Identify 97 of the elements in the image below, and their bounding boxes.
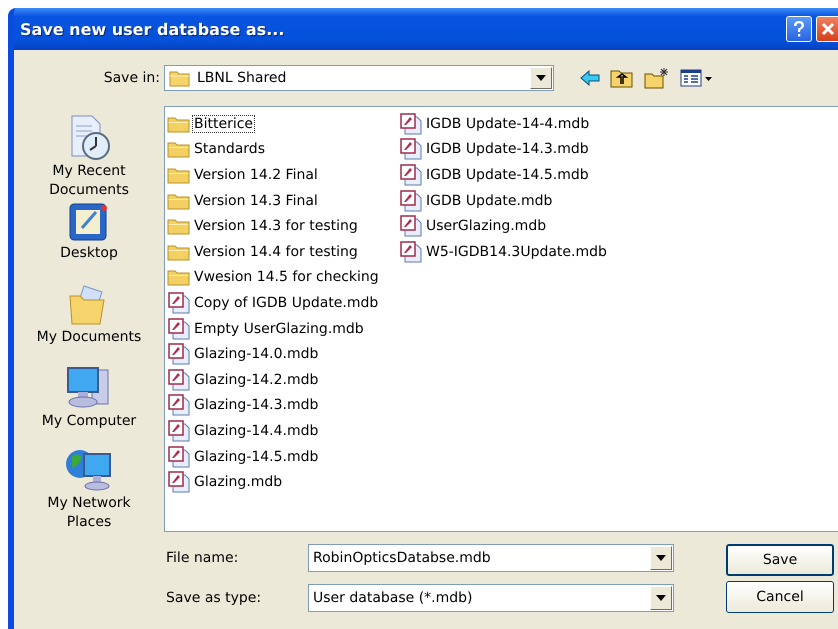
file-item[interactable]: Copy of IGDB Update.mdb: [167, 290, 399, 316]
database-file-icon: [167, 471, 191, 494]
file-name: Glazing-14.4.mdb: [193, 422, 320, 440]
file-name: Glazing.mdb: [193, 473, 284, 492]
file-name: Version 14.2 Final: [193, 166, 319, 184]
file-item[interactable]: Version 14.3 for testing: [167, 213, 399, 239]
close-icon: [820, 22, 834, 36]
file-item[interactable]: Vwesion 14.5 for checking: [167, 264, 399, 290]
file-name: Glazing-14.0.mdb: [193, 345, 320, 364]
file-name-value: RobinOpticsDatabse.mdb: [313, 550, 492, 566]
caret-icon: [656, 595, 666, 601]
up-folder-icon[interactable]: [610, 68, 634, 88]
file-item[interactable]: IGDB Update.mdb: [399, 188, 631, 214]
database-file-icon: [399, 240, 423, 263]
file-item[interactable]: IGDB Update-14.5.mdb: [399, 162, 631, 188]
database-file-icon: [167, 368, 191, 391]
folder-icon: [167, 268, 191, 286]
database-file-icon: [399, 215, 423, 238]
save-as-type-value: User database (*.mdb): [313, 590, 474, 606]
close-button[interactable]: [816, 16, 838, 42]
place-item[interactable]: My Network Places: [19, 446, 159, 532]
file-name: Glazing-14.2.mdb: [193, 370, 320, 389]
database-file-icon: [399, 164, 423, 186]
help-icon: [791, 20, 807, 38]
database-file-icon: [399, 138, 423, 160]
folder-icon: [167, 140, 191, 158]
file-name-field[interactable]: RobinOpticsDatabse.mdb: [308, 544, 674, 572]
database-file-icon: [399, 190, 423, 212]
place-label: My Recent Documents: [48, 162, 130, 200]
place-label: My Documents: [36, 328, 142, 347]
file-item[interactable]: Glazing.mdb: [167, 469, 399, 495]
folder-icon: [169, 69, 191, 87]
database-file-icon: [167, 318, 191, 340]
database-file-icon: [167, 420, 191, 442]
place-label: Desktop: [59, 244, 119, 263]
file-item[interactable]: UserGlazing.mdb: [399, 213, 631, 239]
file-name: Standards: [193, 140, 266, 158]
file-item[interactable]: Version 14.3 Final: [167, 188, 399, 214]
file-name: IGDB Update-14-4.mdb: [425, 114, 590, 133]
help-button[interactable]: [786, 16, 812, 42]
file-item[interactable]: W5-IGDB14.3Update.mdb: [399, 238, 631, 265]
file-item[interactable]: Version 14.2 Final: [167, 162, 399, 188]
file-name: W5-IGDB14.3Update.mdb: [425, 242, 608, 261]
file-item[interactable]: Standards: [167, 136, 399, 162]
file-name: Glazing-14.3.mdb: [193, 396, 320, 414]
file-item[interactable]: Bitterice: [167, 111, 399, 137]
database-file-icon: [167, 394, 191, 416]
file-item[interactable]: IGDB Update-14.3.mdb: [399, 136, 631, 162]
file-item[interactable]: Glazing-14.0.mdb: [167, 341, 399, 367]
window-title: Save new user database as...: [20, 20, 284, 38]
file-name: Version 14.3 Final: [193, 192, 319, 210]
back-arrow-icon[interactable]: [580, 70, 600, 86]
save-in-dropdown[interactable]: LBNL Shared: [164, 65, 554, 91]
cancel-button[interactable]: Cancel: [726, 581, 834, 613]
place-item[interactable]: My Computer: [19, 364, 159, 446]
save-as-type-dropdown[interactable]: User database (*.mdb): [308, 584, 674, 612]
new-folder-icon[interactable]: [644, 67, 670, 89]
file-name: Version 14.4 for testing: [193, 242, 359, 261]
place-item[interactable]: Desktop: [19, 200, 159, 282]
file-item[interactable]: Empty UserGlazing.mdb: [167, 316, 399, 342]
place-label: My Computer: [40, 412, 138, 431]
file-name: Bitterice: [192, 114, 256, 133]
file-item[interactable]: Glazing-14.4.mdb: [167, 418, 399, 444]
file-name: Vwesion 14.5 for checking: [193, 268, 380, 286]
file-name: IGDB Update-14.5.mdb: [425, 166, 590, 184]
file-item[interactable]: Glazing-14.3.mdb: [167, 392, 399, 418]
file-name: IGDB Update.mdb: [425, 192, 554, 210]
caret-icon: [656, 555, 666, 561]
folder-icon: [167, 192, 191, 210]
save-in-label: Save in:: [102, 70, 160, 86]
file-name: Version 14.3 for testing: [193, 217, 359, 236]
database-file-icon: [167, 446, 191, 468]
database-file-icon: [399, 112, 423, 135]
file-name: UserGlazing.mdb: [425, 217, 548, 236]
file-name: Glazing-14.5.mdb: [193, 448, 320, 466]
save-in-value: LBNL Shared: [197, 70, 288, 86]
save-button[interactable]: Save: [726, 544, 834, 576]
folder-icon: [167, 114, 191, 133]
place-label: My Network Places: [46, 494, 132, 532]
save-as-type-label: Save as type:: [166, 590, 262, 606]
file-name: Copy of IGDB Update.mdb: [193, 294, 380, 312]
view-menu-icon[interactable]: [680, 69, 714, 87]
folder-icon: [167, 217, 191, 236]
file-name: IGDB Update-14.3.mdb: [425, 140, 590, 158]
file-item[interactable]: IGDB Update-14-4.mdb: [399, 111, 631, 137]
folder-icon: [167, 242, 191, 261]
place-item[interactable]: My Recent Documents: [19, 114, 159, 200]
file-name-label: File name:: [166, 550, 240, 566]
file-item[interactable]: Version 14.4 for testing: [167, 238, 399, 265]
caret-icon: [536, 75, 546, 81]
file-item[interactable]: Glazing-14.2.mdb: [167, 366, 399, 393]
file-name: Empty UserGlazing.mdb: [193, 320, 365, 338]
file-item[interactable]: Glazing-14.5.mdb: [167, 444, 399, 470]
place-item[interactable]: My Documents: [19, 282, 159, 364]
database-file-icon: [167, 292, 191, 314]
database-file-icon: [167, 343, 191, 366]
folder-icon: [167, 166, 191, 184]
